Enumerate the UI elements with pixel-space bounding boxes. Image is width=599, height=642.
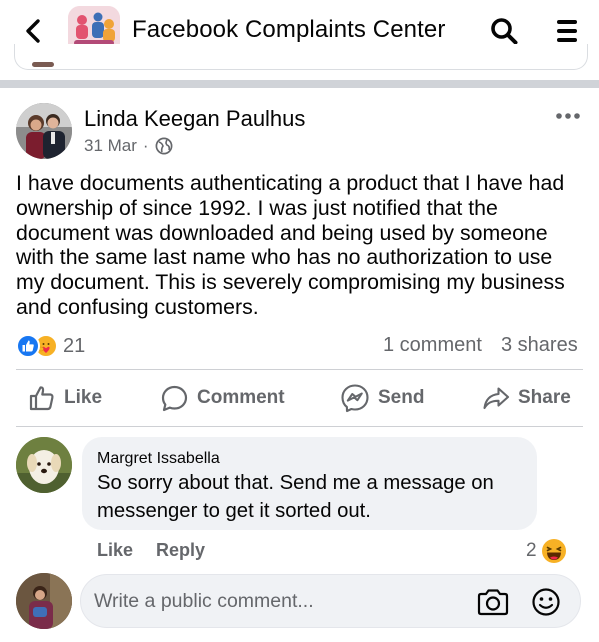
current-user-photo [16, 573, 72, 629]
like-button-label: Like [64, 387, 103, 408]
like-button[interactable]: Like [28, 380, 102, 416]
previous-post-edge [14, 44, 588, 70]
more-options-icon [556, 113, 580, 119]
emoji-button[interactable] [529, 585, 563, 619]
emoji-icon [532, 588, 560, 616]
send-button-label: Send [378, 387, 425, 408]
comment-count-link[interactable]: 1 comment [383, 334, 482, 357]
comment-button[interactable]: Comment [160, 380, 285, 416]
messenger-icon [341, 384, 369, 413]
comment-input-placeholder: Write a public comment... [94, 590, 314, 612]
current-user-avatar[interactable] [16, 573, 72, 629]
globe-icon [155, 137, 173, 155]
commenter-name[interactable]: Margret Issabella [97, 450, 220, 468]
action-bar-divider-bottom [16, 426, 583, 427]
author-photo [16, 103, 72, 159]
share-count-link[interactable]: 3 shares [501, 334, 578, 357]
page-title: Facebook Complaints Center [132, 16, 446, 43]
commenter-avatar[interactable] [16, 437, 72, 493]
post-options-button[interactable] [552, 106, 584, 126]
app-screen: Facebook Complaints Center Linda Keegan … [0, 0, 599, 642]
search-icon [491, 18, 518, 45]
hamburger-menu-icon [557, 20, 577, 42]
comment-button-label: Comment [197, 387, 285, 408]
commenter-photo [16, 437, 72, 493]
feed-divider [0, 80, 599, 88]
comment-bubble[interactable]: Margret Issabella So sorry about that. S… [82, 437, 537, 530]
reaction-count: 21 [63, 334, 86, 357]
thumbs-up-icon [29, 386, 54, 411]
meta-separator: · [142, 136, 149, 155]
comment-bubble-icon [161, 385, 188, 411]
share-button[interactable]: Share [482, 380, 571, 416]
previous-post-fragment [32, 62, 54, 67]
comment-like-button[interactable]: Like [97, 540, 133, 561]
menu-button[interactable] [550, 14, 584, 48]
camera-icon [477, 589, 509, 616]
share-arrow-icon [483, 387, 510, 410]
post-date[interactable]: 31 Mar [84, 136, 137, 156]
share-button-label: Share [518, 387, 571, 408]
haha-reaction-icon [541, 539, 566, 563]
camera-button[interactable] [475, 585, 511, 619]
author-avatar[interactable] [16, 103, 72, 159]
search-button[interactable] [486, 14, 522, 48]
send-button[interactable]: Send [340, 380, 424, 416]
post-meta: 31 Mar · [84, 136, 173, 156]
chevron-left-icon [26, 19, 40, 43]
comment-reaction-summary[interactable]: 2 [526, 538, 567, 564]
reaction-summary[interactable]: 21 [16, 333, 85, 359]
like-reaction-icon [16, 334, 40, 358]
post-text: I have documents authenticating a produc… [16, 171, 565, 319]
back-button[interactable] [18, 14, 48, 48]
action-bar-divider-top [16, 369, 583, 370]
comment-text: So sorry about that. Send me a message o… [97, 472, 494, 522]
post-author-name[interactable]: Linda Keegan Paulhus [84, 106, 305, 132]
comment-reaction-count: 2 [526, 540, 537, 561]
comment-input[interactable]: Write a public comment... [80, 574, 581, 628]
comment-reply-button[interactable]: Reply [156, 540, 205, 561]
